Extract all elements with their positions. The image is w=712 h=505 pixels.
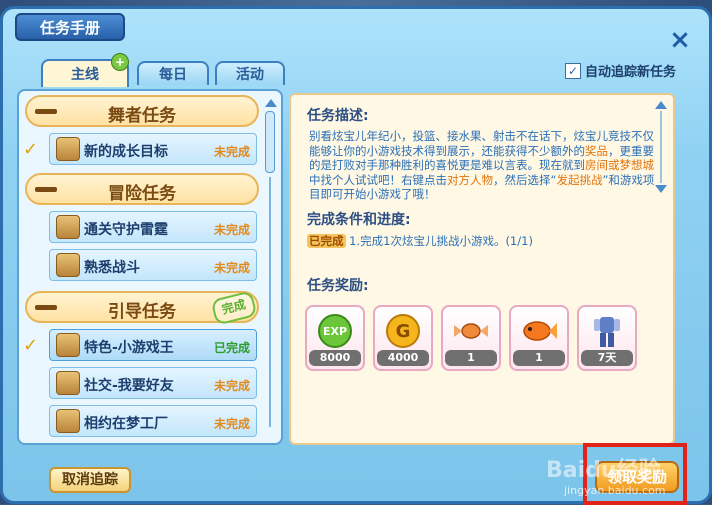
new-badge-icon: + bbox=[111, 53, 129, 71]
task-status: 已完成 bbox=[213, 341, 250, 355]
close-icon[interactable]: × bbox=[667, 27, 693, 53]
list-item[interactable]: 熟悉战斗 未完成 bbox=[49, 249, 257, 281]
task-status: 未完成 bbox=[213, 261, 250, 275]
list-item[interactable]: 社交-我要好友 未完成 bbox=[49, 367, 257, 399]
task-name: 社交-我要好友 bbox=[84, 378, 174, 394]
reward-title: 任务奖励: bbox=[307, 278, 369, 294]
list-item[interactable]: 相约在梦工厂 未完成 bbox=[49, 405, 257, 437]
candy-icon bbox=[454, 323, 488, 339]
reward-qty: 7天 bbox=[581, 350, 633, 366]
category-label: 舞者任务 bbox=[108, 106, 176, 126]
category-adventure[interactable]: 冒险任务 bbox=[25, 173, 259, 205]
gold-coin-icon: G bbox=[386, 314, 420, 348]
svg-text:G: G bbox=[396, 321, 411, 342]
reward-qty: 1 bbox=[445, 350, 497, 366]
task-name: 新的成长目标 bbox=[84, 144, 168, 160]
watermark: Baidu经验 bbox=[546, 458, 661, 483]
category-label: 冒险任务 bbox=[108, 184, 176, 204]
task-list-scrollbar[interactable] bbox=[265, 99, 277, 439]
adventure-task-icon bbox=[56, 253, 80, 277]
task-description: 别看炫宝儿年纪小，投篮、接水果、射击不在话下，炫宝儿竞技不仅能够让你的小游戏技术… bbox=[309, 129, 655, 201]
scroll-track[interactable] bbox=[660, 111, 662, 183]
category-dancer[interactable]: 舞者任务 bbox=[25, 95, 259, 127]
adventure-task-icon bbox=[56, 215, 80, 239]
cancel-track-button[interactable]: 取消追踪 bbox=[49, 467, 131, 493]
outfit-icon bbox=[594, 317, 620, 347]
checkbox-check-icon[interactable]: ✓ bbox=[565, 62, 581, 79]
progress-line: 已完成 1.完成1次炫宝儿挑战小游戏。(1/1) bbox=[307, 233, 533, 249]
task-detail-panel: 任务描述: 别看炫宝儿年纪小，投篮、接水果、射击不在话下，炫宝儿竞技不仅能够让你… bbox=[289, 93, 675, 445]
tab-event[interactable]: 活动 bbox=[215, 61, 285, 85]
tracked-check-icon: ✓ bbox=[23, 335, 39, 356]
guide-task-icon bbox=[56, 371, 80, 395]
desc-title: 任务描述: bbox=[307, 108, 369, 124]
scroll-up-icon[interactable] bbox=[655, 101, 667, 109]
list-item[interactable]: 通关守护雷霆 未完成 bbox=[49, 211, 257, 243]
task-list-panel: 舞者任务 ✓ 新的成长目标 未完成 冒险任务 通关守护雷霆 未完成 熟悉战斗 未… bbox=[17, 89, 283, 445]
scroll-down-icon[interactable] bbox=[655, 185, 667, 193]
tracked-check-icon: ✓ bbox=[23, 139, 39, 160]
auto-track-checkbox[interactable]: ✓ 自动追踪新任务 bbox=[565, 61, 676, 80]
scroll-thumb[interactable] bbox=[265, 111, 275, 173]
task-name: 相约在梦工厂 bbox=[84, 416, 168, 432]
detail-scrollbar[interactable] bbox=[655, 101, 667, 195]
reward-qty: 8000 bbox=[309, 350, 361, 366]
task-status: 未完成 bbox=[213, 417, 250, 431]
reward-qty: 1 bbox=[513, 350, 565, 366]
task-status: 未完成 bbox=[213, 223, 250, 237]
auto-track-label: 自动追踪新任务 bbox=[585, 65, 677, 80]
task-status: 未完成 bbox=[213, 145, 250, 159]
window-title: 任务手册 bbox=[15, 13, 125, 41]
list-item-selected[interactable]: 特色-小游戏王 已完成 bbox=[49, 329, 257, 361]
reward-qty: 4000 bbox=[377, 350, 429, 366]
reward-outfit[interactable]: 7天 bbox=[577, 305, 637, 371]
tab-daily[interactable]: 每日 bbox=[137, 61, 209, 85]
category-guide[interactable]: 引导任务 完成 bbox=[25, 290, 259, 326]
task-name: 特色-小游戏王 bbox=[84, 340, 174, 356]
svg-text:EXP: EXP bbox=[323, 325, 347, 338]
task-name: 熟悉战斗 bbox=[84, 260, 140, 276]
progress-text: 1.完成1次炫宝儿挑战小游戏。(1/1) bbox=[349, 234, 533, 248]
watermark-url: jingyan.baidu.com bbox=[564, 484, 666, 497]
reward-candy[interactable]: 1 bbox=[441, 305, 501, 371]
fish-icon bbox=[523, 321, 557, 341]
progress-title: 完成条件和进度: bbox=[307, 212, 411, 228]
reward-fish[interactable]: 1 bbox=[509, 305, 569, 371]
completed-tag: 已完成 bbox=[307, 234, 346, 248]
dancer-task-icon bbox=[56, 137, 80, 161]
guide-task-icon bbox=[56, 333, 80, 357]
list-item[interactable]: 新的成长目标 未完成 bbox=[49, 133, 257, 165]
task-manual-window: 任务手册 × 主线 + 每日 活动 ✓ 自动追踪新任务 舞者任务 ✓ 新的成长目… bbox=[0, 6, 712, 505]
task-name: 通关守护雷霆 bbox=[84, 222, 168, 238]
scroll-up-icon[interactable] bbox=[265, 99, 277, 107]
exp-orb-icon: EXP bbox=[318, 314, 352, 348]
reward-exp[interactable]: EXP 8000 bbox=[305, 305, 365, 371]
task-status: 未完成 bbox=[213, 379, 250, 393]
scroll-track[interactable] bbox=[269, 177, 271, 427]
reward-gold[interactable]: G 4000 bbox=[373, 305, 433, 371]
guide-task-icon bbox=[56, 409, 80, 433]
